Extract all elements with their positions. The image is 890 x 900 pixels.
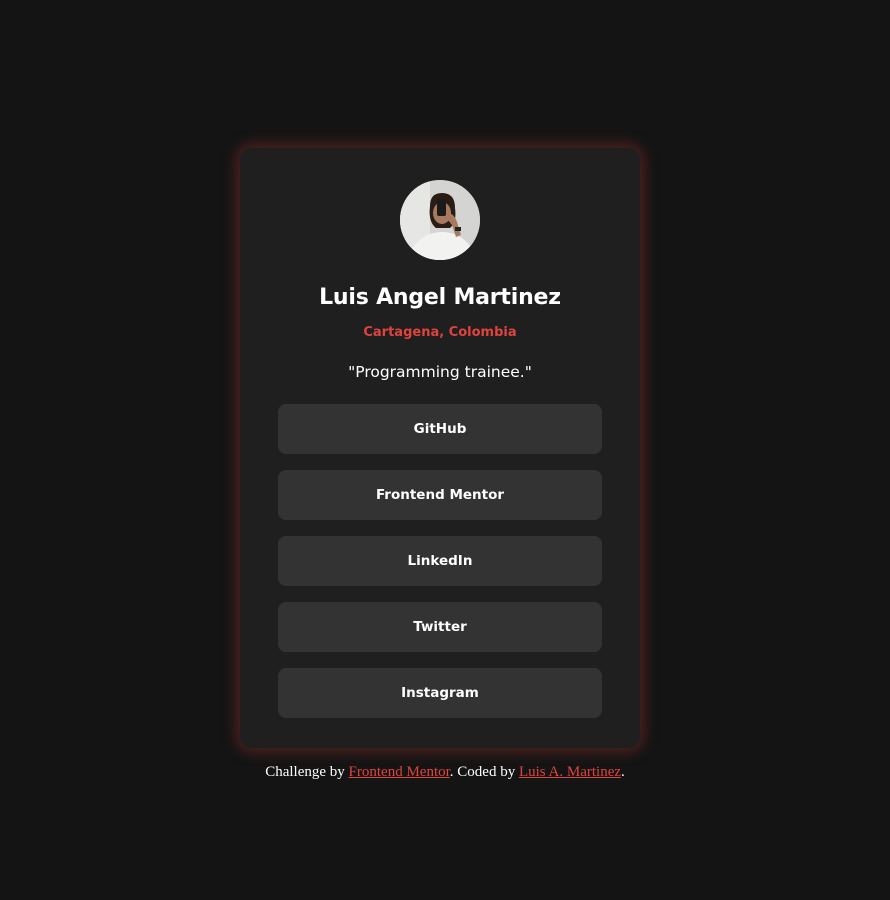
instagram-link-button[interactable]: Instagram (278, 668, 602, 718)
list-item: Frontend Mentor (278, 470, 602, 520)
profile-location: Cartagena, Colombia (363, 325, 517, 340)
profile-photo-icon (400, 180, 480, 260)
attribution: Challenge by Frontend Mentor. Coded by L… (0, 762, 890, 782)
frontend-mentor-link-button[interactable]: Frontend Mentor (278, 470, 602, 520)
profile-name: Luis Angel Martinez (319, 285, 561, 310)
profile-card: Luis Angel Martinez Cartagena, Colombia … (240, 148, 640, 748)
linkedin-link-button[interactable]: LinkedIn (278, 536, 602, 586)
list-item: LinkedIn (278, 536, 602, 586)
list-item: Instagram (278, 668, 602, 718)
profile-bio: "Programming trainee." (348, 363, 532, 381)
avatar (400, 180, 480, 260)
twitter-link-button[interactable]: Twitter (278, 602, 602, 652)
github-link-button[interactable]: GitHub (278, 404, 602, 454)
attribution-middle: . Coded by (449, 764, 519, 780)
attribution-suffix: . (621, 764, 625, 780)
author-link[interactable]: Luis A. Martinez (519, 764, 621, 780)
list-item: Twitter (278, 602, 602, 652)
attribution-prefix: Challenge by (265, 764, 349, 780)
social-links: GitHub Frontend Mentor LinkedIn Twitter … (278, 404, 602, 734)
frontend-mentor-link[interactable]: Frontend Mentor (349, 764, 450, 780)
list-item: GitHub (278, 404, 602, 454)
